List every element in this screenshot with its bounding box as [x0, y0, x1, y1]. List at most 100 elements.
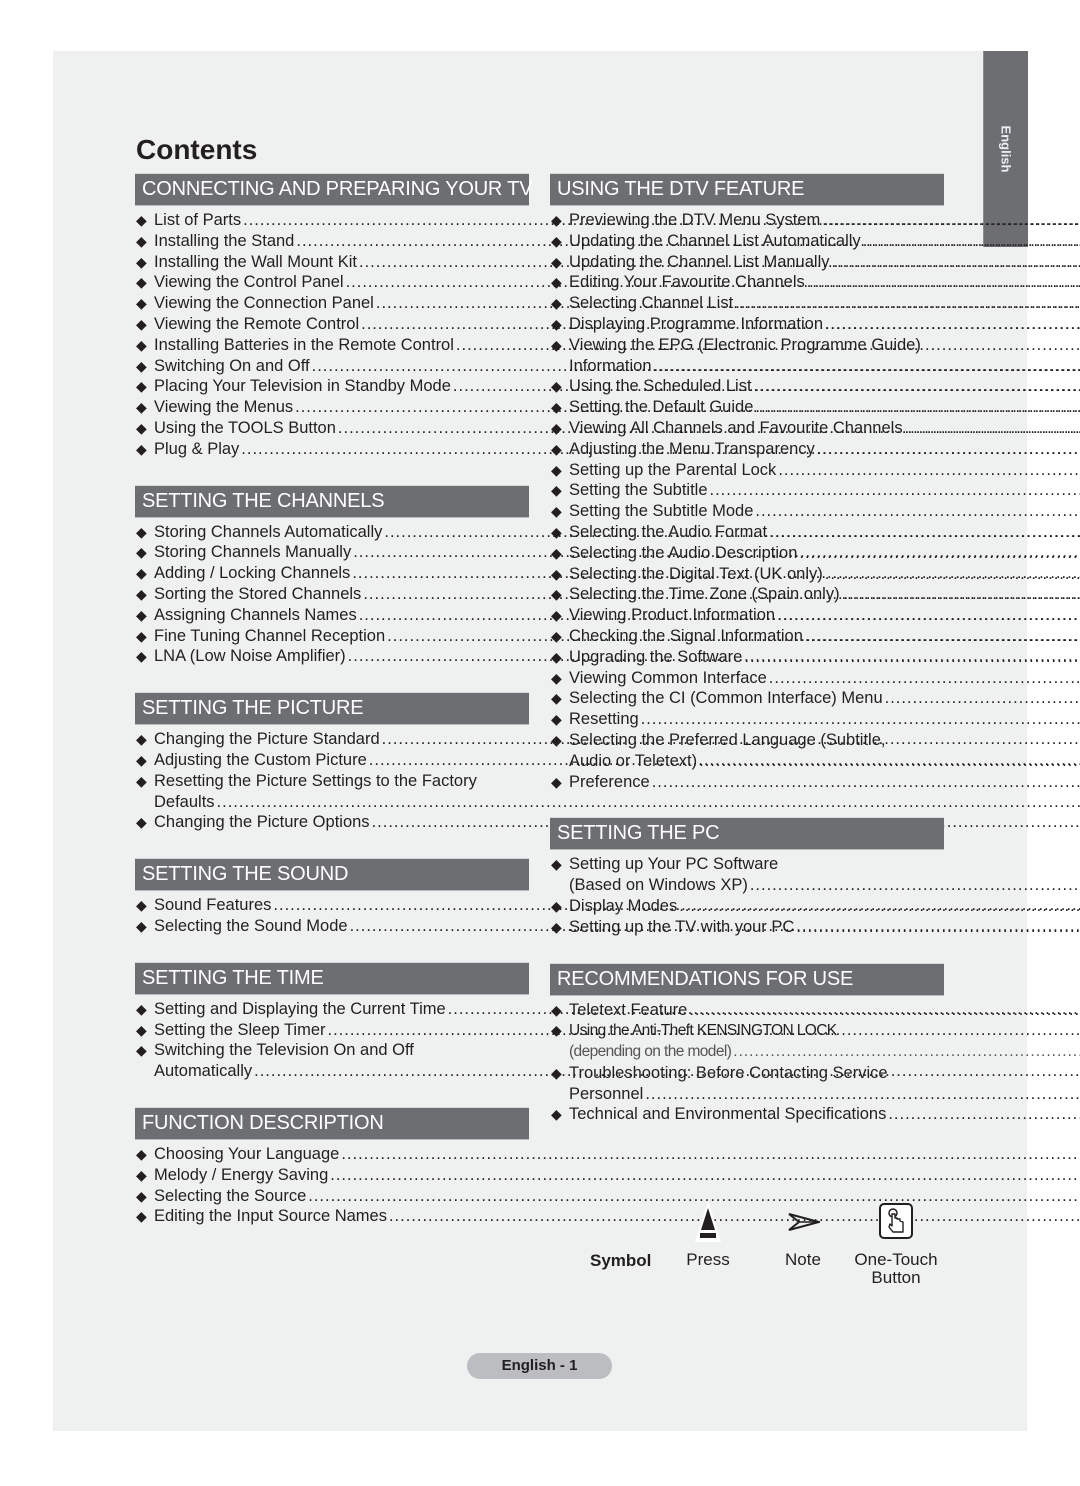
toc-entry-title: Setting up Your PC Software [569, 855, 779, 874]
toc-entry[interactable]: ◆Sound Features20 [135, 895, 529, 916]
toc-entry[interactable]: ◆Display Modes43 [550, 896, 944, 917]
toc-entry[interactable]: ◆Viewing Common Interface40 [550, 668, 944, 689]
diamond-bullet-icon: ◆ [136, 544, 147, 561]
toc-entry[interactable]: ◆Using the Scheduled List33 [550, 376, 944, 397]
toc-entry[interactable]: ◆ Selecting the CI (Common Interface) Men… [550, 688, 944, 709]
toc-entry[interactable]: ◆Teletext Feature45 [550, 1000, 944, 1021]
dot-leader [689, 1000, 1080, 1021]
toc-entry[interactable]: ◆Selecting the Digital Text (UK only)37 [550, 564, 944, 585]
note-icon [788, 1213, 820, 1231]
toc-entry[interactable]: ◆Selecting the Audio Format36 [550, 522, 944, 543]
diamond-bullet-icon: ◆ [136, 1166, 147, 1183]
toc-entry-title: Adjusting the Menu Transparency [569, 439, 815, 458]
toc-entry[interactable]: ◆Choosing Your Language23 [135, 1144, 529, 1165]
toc-entry[interactable]: ◆Viewing the Connection Panel4 [135, 293, 529, 314]
toc-entry-title: Selecting the Preferred Language (Subtit… [569, 730, 886, 749]
toc-entry[interactable]: ◆Fine Tuning Channel Reception15 [135, 626, 529, 647]
toc-entry[interactable]: ◆Changing the Picture Standard16 [135, 729, 529, 750]
toc-entry-title: Setting the Sleep Timer [154, 1020, 326, 1039]
toc-entry[interactable]: ◆Selecting the Time Zone (Spain only)38 [550, 584, 944, 605]
toc-entry[interactable]: ◆Adjusting the Menu Transparency34 [550, 439, 944, 460]
toc-entry[interactable]: ◆List of Parts2 [135, 210, 529, 231]
diamond-bullet-icon: ◆ [136, 1000, 147, 1017]
toc-item-list: ◆Teletext Feature45◆Using the Anti-Theft… [550, 996, 944, 1126]
toc-entry[interactable]: ◆Setting the Sleep Timer22 [135, 1020, 529, 1041]
toc-entry[interactable]: ◆ Switching the Television On and Off Auto… [135, 1040, 529, 1082]
dot-leader [825, 314, 1080, 335]
toc-entry[interactable]: ◆Melody / Energy Saving24 [135, 1165, 529, 1186]
toc-entry[interactable]: ◆Setting up the Parental Lock35 [550, 460, 944, 481]
toc-entry[interactable]: ◆Editing the Input Source Names26 [135, 1206, 529, 1227]
toc-entry[interactable]: ◆Displaying Programme Information31 [550, 314, 944, 335]
toc-entry[interactable]: ◆Selecting the Audio Description37 [550, 543, 944, 564]
toc-entry[interactable]: ◆Storing Channels Manually12 [135, 542, 529, 563]
toc-entry[interactable]: ◆ Setting up Your PC Software (Based on Wi… [550, 854, 944, 896]
toc-entry[interactable]: ◆ Troubleshooting: Before Contacting Serv… [550, 1063, 944, 1105]
toc-entry[interactable]: ◆Switching On and Off8 [135, 356, 529, 377]
dot-leader [330, 1165, 1080, 1186]
toc-entry-title: Changing the Picture Standard [154, 730, 380, 749]
symbol-legend-title: Symbol [590, 1251, 652, 1270]
toc-entry[interactable]: ◆Viewing the Menus9 [135, 397, 529, 418]
toc-entry[interactable]: ◆Updating the Channel List Manually28 [550, 252, 944, 273]
toc-section: SETTING THE PICTURE ◆ Changing the Picture… [135, 692, 529, 833]
toc-entry[interactable]: ◆Installing the Wall Mount Kit2 [135, 252, 529, 273]
toc-entry[interactable]: ◆Setting the Default Guide33 [550, 397, 944, 418]
toc-entry[interactable]: ◆LNA (Low Noise Amplifier)15 [135, 646, 529, 667]
toc-entry[interactable]: ◆Using the TOOLS Button9 [135, 418, 529, 439]
toc-entry[interactable]: ◆Installing the Stand2 [135, 231, 529, 252]
toc-entry[interactable]: ◆Viewing Product Information38 [550, 605, 944, 626]
toc-entry-title: Audio or Teletext) [569, 751, 698, 770]
toc-entry[interactable]: ◆Adding / Locking Channels13 [135, 563, 529, 584]
toc-entry[interactable]: ◆Resetting41 [550, 709, 944, 730]
toc-entry[interactable]: ◆Editing Your Favourite Channels29 [550, 272, 944, 293]
toc-section: SETTING THE TIME ◆ Setting and Displaying … [135, 961, 529, 1082]
toc-section: SETTING THE SOUND◆Sound Features20◆Selec… [135, 858, 529, 937]
toc-entry[interactable]: ◆Setting the Subtitle Mode36 [550, 501, 944, 522]
section-heading: SETTING THE PC [550, 817, 944, 851]
toc-entry[interactable]: ◆Storing Channels Automatically11 [135, 522, 529, 543]
toc-entry[interactable]: ◆Previewing the DTV Menu System27 [550, 210, 944, 231]
toc-entry[interactable]: ◆Changing the Picture Options18 [135, 812, 529, 833]
diamond-bullet-icon: ◆ [551, 378, 562, 395]
toc-entry[interactable]: ◆Selecting the Sound Mode21 [135, 916, 529, 937]
toc-entry[interactable]: ◆Preference42 [550, 772, 944, 793]
toc-entry-title: Installing the Wall Mount Kit [154, 252, 357, 271]
diamond-bullet-icon: ◆ [551, 586, 562, 603]
toc-entry[interactable]: ◆ Installing Batteries in the Remote Cont… [135, 335, 529, 356]
toc-entry[interactable]: ◆Upgrading the Software39 [550, 647, 944, 668]
toc-entry[interactable]: ◆ Updating the Channel List Automatically… [550, 231, 944, 252]
toc-entry[interactable]: ◆ Using the Anti-Theft KENSINGTON LOCK (de… [550, 1020, 944, 1063]
toc-entry[interactable]: ◆Selecting Channel List31 [550, 293, 944, 314]
toc-entry[interactable]: ◆ Resetting the Picture Settings to the F… [135, 771, 529, 813]
dot-leader [817, 439, 1080, 460]
toc-entry-title: Choosing Your Language [154, 1144, 340, 1163]
toc-entry[interactable]: ◆Setting the Subtitle36 [550, 480, 944, 501]
toc-entry[interactable]: ◆Checking the Signal Information39 [550, 626, 944, 647]
toc-entry[interactable]: ◆ Technical and Environmental Specificati… [550, 1104, 944, 1125]
section-heading: RECOMMENDATIONS FOR USE [550, 962, 944, 996]
toc-entry[interactable]: ◆Assigning Channels Names14 [135, 605, 529, 626]
toc-entry-title: Setting the Subtitle [569, 481, 708, 500]
toc-entry[interactable]: ◆Adjusting the Custom Picture17 [135, 750, 529, 771]
diamond-bullet-icon: ◆ [551, 253, 562, 270]
toc-entry[interactable]: ◆Viewing the Remote Control7 [135, 314, 529, 335]
toc-entry[interactable]: ◆ Viewing All Channels and Favourite Chan… [550, 418, 944, 439]
toc-entry[interactable]: ◆Setting up the TV with your PC44 [550, 917, 944, 938]
diamond-bullet-icon: ◆ [551, 482, 562, 499]
dot-leader [822, 210, 1080, 231]
diamond-bullet-icon: ◆ [136, 440, 147, 457]
toc-item-list: ◆Previewing the DTV Menu System27◆Updati… [550, 206, 944, 792]
toc-entry[interactable]: ◆Viewing the Control Panel3 [135, 272, 529, 293]
toc-entry-title: Resetting the Picture Settings to the Fa… [154, 771, 477, 790]
toc-entry[interactable]: ◆Plug & Play10 [135, 439, 529, 460]
toc-entry[interactable]: ◆ Setting and Displaying the Current Time… [135, 999, 529, 1020]
toc-entry[interactable]: ◆ Viewing the EPG (Electronic Programme G… [550, 335, 944, 377]
toc-item-list: ◆ Setting up Your PC Software (Based on Wi… [550, 850, 944, 937]
toc-entry[interactable]: ◆ Placing Your Television in Standby Mode… [135, 376, 529, 397]
toc-entry[interactable]: ◆ Selecting the Preferred Language (Subti… [550, 730, 944, 772]
toc-entry-title: Using the TOOLS Button [154, 418, 336, 437]
toc-entry[interactable]: ◆Selecting the Source25 [135, 1186, 529, 1207]
dot-leader [769, 522, 1080, 543]
toc-entry[interactable]: ◆Sorting the Stored Channels14 [135, 584, 529, 605]
